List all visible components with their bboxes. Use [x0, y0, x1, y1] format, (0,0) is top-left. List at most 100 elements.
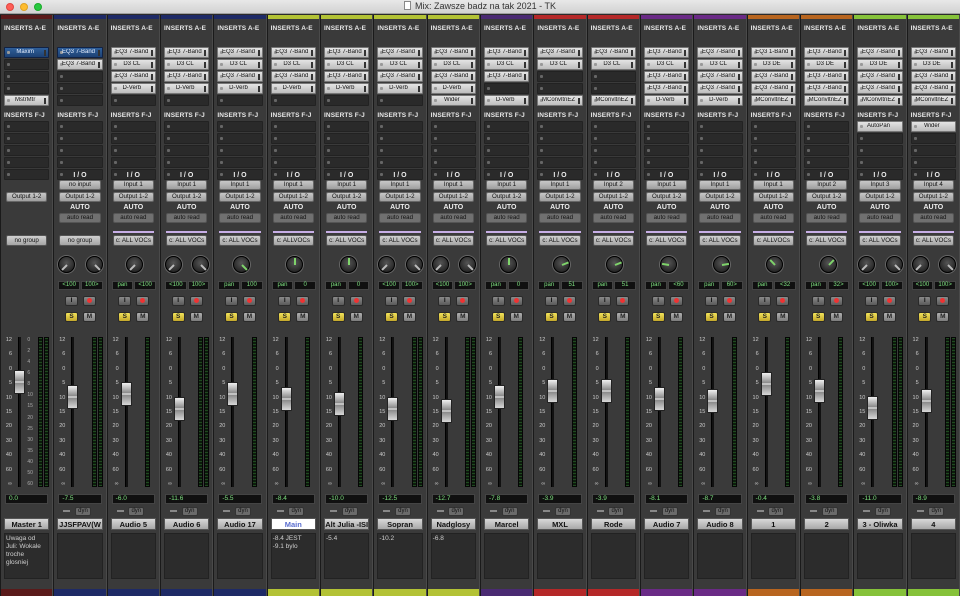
group-selector[interactable]: c: ALLVOCs	[272, 235, 314, 246]
output-selector[interactable]: Output 1-2	[806, 192, 848, 202]
volume-fader[interactable]	[760, 372, 772, 397]
pan-knob-right[interactable]	[85, 256, 103, 273]
insert-slot[interactable]	[324, 95, 370, 106]
solo-button[interactable]: S	[491, 312, 505, 322]
dyn-button[interactable]: dyn	[288, 507, 305, 516]
track-name[interactable]: 4	[910, 518, 956, 530]
pan-right-value[interactable]: 100>	[80, 281, 103, 290]
insert-slot[interactable]	[57, 121, 103, 132]
insert-slot[interactable]	[644, 157, 690, 168]
pan-left-value[interactable]: <100	[911, 281, 934, 290]
group-selector[interactable]: c: ALL VOCs	[859, 235, 901, 246]
automation-mode-selector[interactable]: auto read	[59, 213, 101, 223]
dyn-button[interactable]: dyn	[554, 507, 571, 516]
input-monitor-button[interactable]: I	[758, 296, 772, 306]
dyn-button[interactable]: dyn	[74, 507, 91, 516]
pan-knob-left[interactable]	[58, 256, 76, 273]
insert-slot[interactable]	[910, 145, 956, 156]
pan-knob-right[interactable]	[192, 256, 210, 273]
insert-slot[interactable]	[484, 157, 530, 168]
group-selector[interactable]: c: ALL VOCs	[166, 235, 208, 246]
insert-slot[interactable]	[484, 121, 530, 132]
insert-slot[interactable]: EQ3 7-Band	[217, 71, 263, 82]
insert-slot[interactable]	[910, 133, 956, 144]
record-enable-button[interactable]	[242, 296, 256, 306]
volume-readout[interactable]: -8.4	[271, 494, 315, 504]
track-name[interactable]: 3 - Oliwka	[857, 518, 903, 530]
output-selector[interactable]: Output 1-2	[166, 192, 208, 202]
input-monitor-button[interactable]: I	[864, 296, 878, 306]
input-selector[interactable]: Input 1	[486, 180, 528, 190]
volume-readout[interactable]: -0.4	[751, 494, 795, 504]
track-name[interactable]: Audio 5	[110, 518, 156, 530]
insert-slot[interactable]	[217, 121, 263, 132]
output-selector[interactable]: Output 1-2	[699, 192, 741, 202]
input-selector[interactable]: Input 2	[806, 180, 848, 190]
mute-button[interactable]: M	[776, 312, 790, 322]
pan-left-value[interactable]: pan	[805, 281, 827, 290]
input-monitor-button[interactable]: I	[491, 296, 505, 306]
insert-slot[interactable]	[164, 145, 210, 156]
insert-slot[interactable]	[164, 95, 210, 106]
record-enable-button[interactable]	[509, 296, 523, 306]
input-monitor-button[interactable]: I	[918, 296, 932, 306]
track-comments[interactable]: -8.4 JEST -9.1 bylo	[270, 533, 316, 579]
solo-button[interactable]: S	[438, 312, 452, 322]
volume-readout[interactable]: -12.5	[378, 494, 422, 504]
pan-left-value[interactable]: <100	[165, 281, 187, 290]
insert-slot[interactable]	[217, 133, 263, 144]
dyn-button[interactable]: dyn	[501, 507, 518, 516]
insert-slot[interactable]: D3 CL	[217, 59, 263, 70]
group-selector[interactable]: c: ALL VOCs	[592, 235, 634, 246]
pan-knob-right[interactable]	[938, 256, 956, 273]
record-enable-button[interactable]	[189, 296, 203, 306]
insert-slot[interactable]	[270, 95, 316, 106]
track-comments[interactable]	[217, 533, 263, 579]
dyn-button[interactable]: dyn	[234, 507, 251, 516]
insert-slot[interactable]	[484, 145, 530, 156]
insert-slot[interactable]	[537, 121, 583, 132]
mute-button[interactable]: M	[189, 312, 203, 322]
output-selector[interactable]: Output 1-2	[912, 192, 954, 202]
mute-button[interactable]: M	[722, 312, 736, 322]
insert-slot[interactable]	[270, 121, 316, 132]
input-selector[interactable]: no input	[59, 180, 101, 190]
pan-right-value[interactable]: 100>	[934, 281, 956, 290]
insert-slot[interactable]: AutoPan	[857, 121, 903, 132]
track-name[interactable]: Alt Julia -ISI	[324, 518, 370, 530]
volume-readout[interactable]: -3.9	[591, 494, 635, 504]
insert-slot[interactable]	[377, 133, 423, 144]
insert-slot[interactable]	[857, 133, 903, 144]
track-name[interactable]: Audio 7	[644, 518, 690, 530]
track-name[interactable]: Marcel	[484, 518, 530, 530]
volume-fader[interactable]	[280, 387, 292, 412]
automation-mode-selector[interactable]: auto read	[592, 213, 634, 223]
insert-slot[interactable]	[644, 133, 690, 144]
track-comments[interactable]	[910, 533, 956, 579]
insert-slot[interactable]	[857, 157, 903, 168]
volume-fader[interactable]	[814, 378, 825, 403]
insert-slot[interactable]	[537, 83, 583, 94]
insert-slot[interactable]	[57, 157, 103, 168]
output-selector[interactable]: Output 1-2	[432, 192, 474, 202]
dyn-button[interactable]: dyn	[341, 507, 358, 516]
pan-knob-left[interactable]	[858, 256, 876, 273]
track-name[interactable]: Nadglosy	[430, 518, 476, 530]
insert-slot[interactable]: D3 CL	[110, 59, 156, 70]
input-selector[interactable]: Input 1	[112, 180, 154, 190]
record-enable-button[interactable]	[829, 296, 843, 306]
insert-slot[interactable]: D-Verb	[697, 95, 743, 106]
dyn-button[interactable]: dyn	[928, 507, 945, 516]
input-selector[interactable]: Input 1	[219, 180, 261, 190]
pan-right-value[interactable]: 51	[614, 281, 636, 290]
input-selector[interactable]: Input 3	[859, 180, 901, 190]
insert-slot[interactable]: EQ3 7-Band	[324, 47, 370, 58]
automation-mode-selector[interactable]: auto read	[646, 213, 688, 223]
automation-mode-selector[interactable]: auto read	[539, 213, 581, 223]
insert-slot[interactable]: EQ3 7-Band	[164, 47, 210, 58]
insert-slot[interactable]: D-Verb	[217, 83, 263, 94]
group-selector[interactable]: c: ALL VOCs	[219, 235, 261, 246]
automation-mode-selector[interactable]: auto read	[112, 213, 154, 223]
output-selector[interactable]: Output 1-2	[59, 192, 101, 202]
insert-slot[interactable]	[590, 133, 636, 144]
